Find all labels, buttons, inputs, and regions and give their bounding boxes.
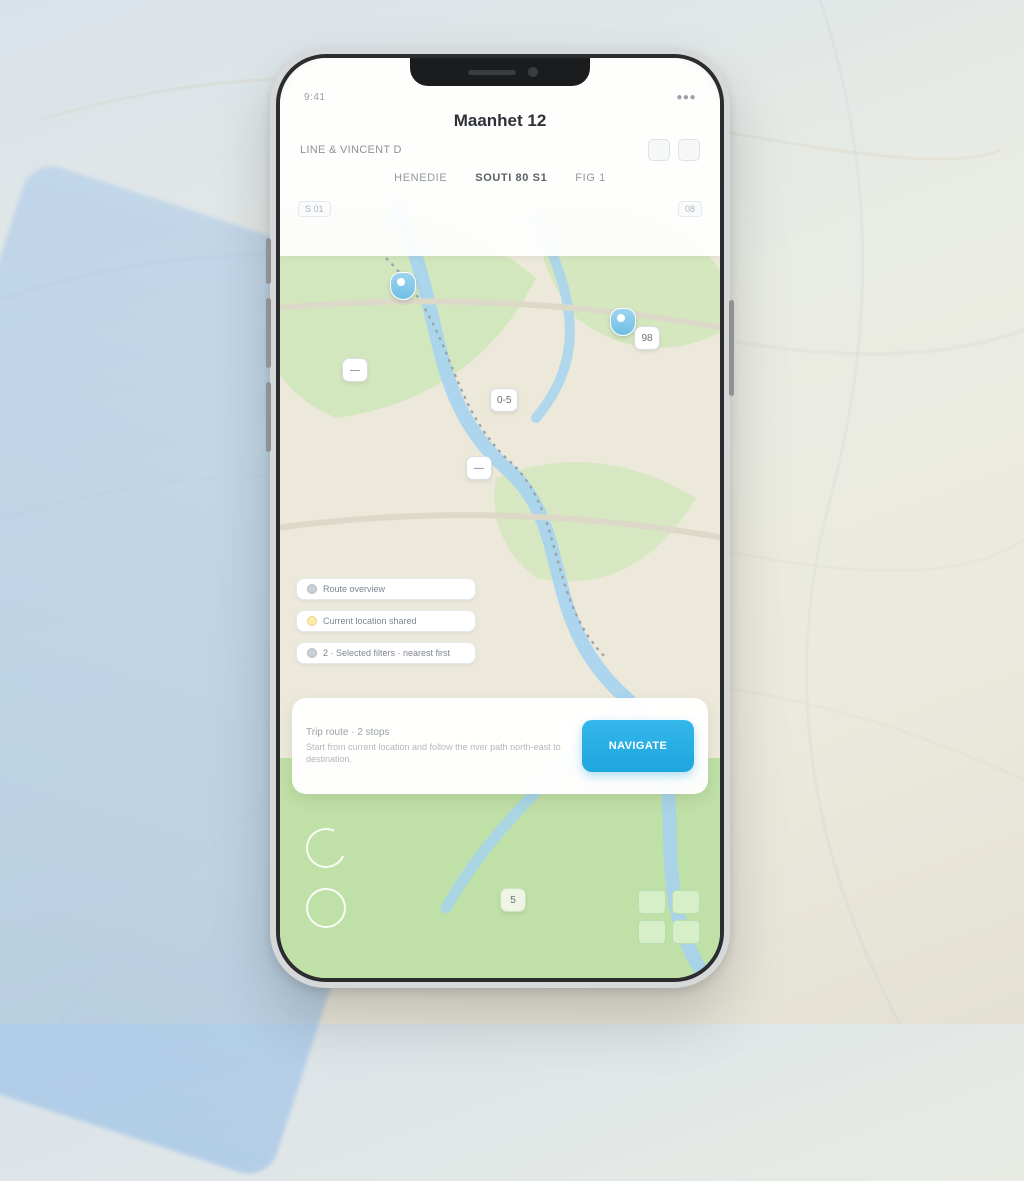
filter-badge-1[interactable]: S 01 (298, 201, 331, 217)
locate-me-button[interactable] (306, 888, 346, 928)
phone-screen: 0-5 — 98 — 5 9:41 ●●● Maanhet 12 LINE & … (280, 58, 720, 978)
notch (410, 58, 590, 86)
dot-icon (307, 584, 317, 594)
overlay-chip-label: Current location shared (323, 616, 417, 626)
navigate-button[interactable]: NAVIGATE (582, 720, 694, 772)
power-button (729, 300, 734, 396)
mute-switch (266, 238, 271, 284)
segment-control[interactable]: HENEDIE SOUTI 80 S1 FIG 1 (280, 167, 720, 195)
segment-1[interactable]: HENEDIE (386, 169, 455, 187)
dot-icon (307, 648, 317, 658)
volume-down-button (266, 382, 271, 452)
overlay-chip-label: 2 · Selected filters · nearest first (323, 648, 450, 658)
segment-3[interactable]: FIG 1 (567, 169, 614, 187)
map-pin-stop[interactable] (610, 308, 636, 336)
map-poi-a[interactable]: 0-5 (490, 388, 518, 412)
overlay-chip-filters[interactable]: 2 · Selected filters · nearest first (296, 642, 476, 664)
route-card: Trip route · 2 stops Start from current … (292, 698, 708, 794)
map-poi-c[interactable]: — (342, 358, 368, 382)
map-poi-e[interactable]: 5 (500, 888, 526, 912)
route-card-eyebrow: Trip route · 2 stops (306, 727, 568, 738)
filter-badge-2[interactable]: 08 (678, 201, 702, 217)
screen-title: Maanhet 12 (280, 109, 720, 139)
volume-up-button (266, 298, 271, 368)
route-card-body: Start from current location and follow t… (306, 742, 568, 765)
dot-icon (307, 616, 317, 626)
header-action-2[interactable] (678, 139, 700, 161)
zoom-in-button[interactable] (638, 890, 666, 914)
header-panel: 9:41 ●●● Maanhet 12 LINE & VINCENT D HEN… (280, 58, 720, 256)
fullscreen-button[interactable] (672, 920, 700, 944)
map-zoom-controls (638, 890, 700, 944)
map-overlay-list: Route overview Current location shared 2… (296, 578, 476, 664)
overlay-chip-route[interactable]: Route overview (296, 578, 476, 600)
map-poi-b[interactable]: 98 (634, 326, 660, 350)
overlay-chip-label: Route overview (323, 584, 385, 594)
overlay-chip-location[interactable]: Current location shared (296, 610, 476, 632)
map-poi-d[interactable]: — (466, 456, 492, 480)
segment-2[interactable]: SOUTI 80 S1 (467, 169, 555, 187)
zoom-out-button[interactable] (638, 920, 666, 944)
map-pin-origin[interactable] (390, 272, 416, 300)
status-time: 9:41 (304, 92, 325, 103)
status-indicators: ●●● (676, 92, 696, 103)
phone-frame: 0-5 — 98 — 5 9:41 ●●● Maanhet 12 LINE & … (270, 48, 730, 988)
header-action-1[interactable] (648, 139, 670, 161)
layers-button[interactable] (672, 890, 700, 914)
subtitle-text: LINE & VINCENT D (300, 144, 402, 156)
